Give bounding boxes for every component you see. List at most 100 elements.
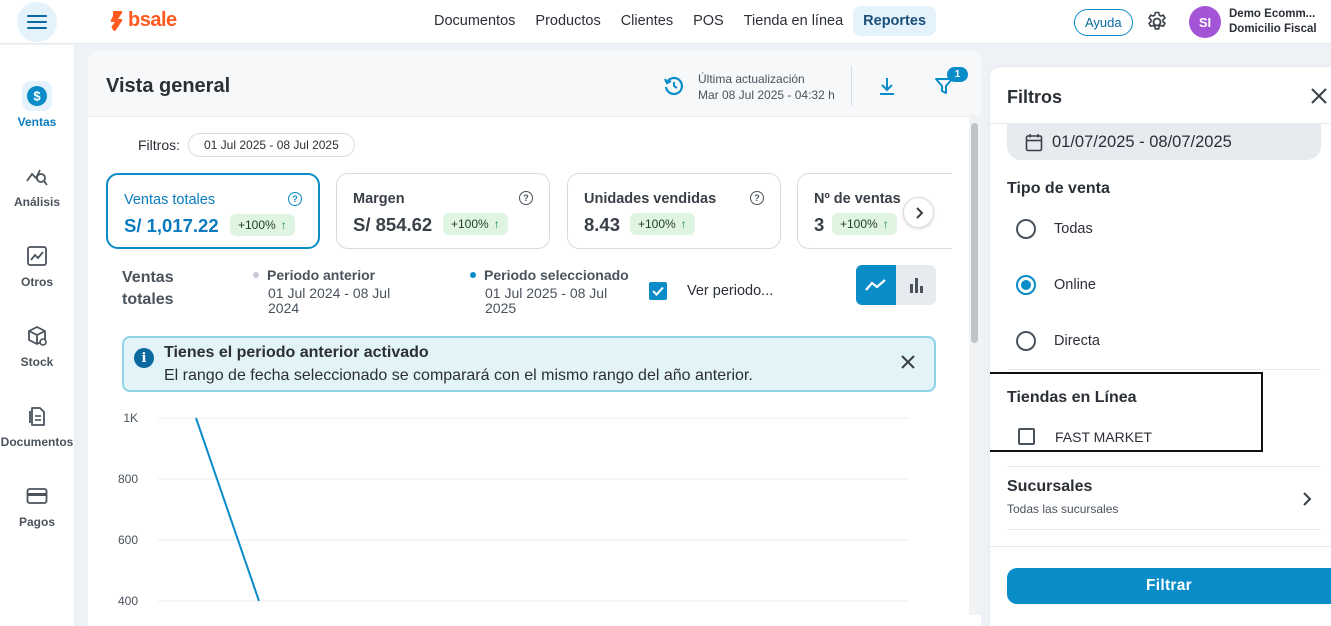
chevron-right-icon[interactable] [1302,492,1312,506]
filters-label: Filtros: [138,137,180,153]
legend-dot-previous [253,272,259,278]
document-icon [29,407,45,426]
kpi-change-value: +100% [840,217,878,231]
kpi-card-margen[interactable]: Margen ? S/ 854.62 +100% ↑ [336,173,550,249]
logo-text: bsale [128,9,177,31]
y-tick-label: 1K [123,411,138,425]
arrow-up-icon: ↑ [882,217,889,231]
kpi-card-unidades-vendidas[interactable]: Unidades vendidas ? 8.43 +100% ↑ [567,173,781,249]
company-selector[interactable]: Demo Ecomm... Domicilio Fiscal [1229,7,1317,37]
sidebar-item-otros[interactable]: Otros [0,241,74,289]
refresh-icon[interactable] [663,75,685,97]
radio-directa[interactable]: Directa [1016,331,1100,351]
info-banner: i Tienes el periodo anterior activado El… [122,336,936,392]
chart-section-label: Ventas totales [122,269,174,308]
avatar[interactable]: SI [1189,6,1221,38]
panel-footer-divider [990,546,1331,547]
line-chart-icon [865,279,886,291]
kpi-title: Nº de ventas [814,191,901,207]
bar-chart-button[interactable] [896,265,936,305]
arrow-up-icon: ↑ [680,217,687,231]
checkbox-label: FAST MARKET [1055,428,1152,445]
close-icon[interactable] [900,354,916,370]
kpi-change-value: +100% [238,218,276,232]
filtrar-button[interactable]: Filtrar [1007,568,1331,604]
last-update: Última actualización Mar 08 Jul 2025 - 0… [698,71,835,103]
sales-line-chart: 1K 800 600 400 [118,411,908,608]
info-banner-text: El rango de fecha seleccionado se compar… [164,367,753,384]
last-update-label: Última actualización [698,72,805,86]
radio-button[interactable] [1016,331,1036,351]
nav-clientes[interactable]: Clientes [611,6,683,36]
card-icon [26,488,48,504]
company-name: Demo Ecomm... [1229,8,1316,20]
series-line-selected [195,417,260,602]
sidebar-item-ventas[interactable]: $ Ventas [0,81,74,129]
sidebar-item-label: Pagos [18,515,55,529]
trend-chart-icon [27,246,47,266]
radio-todas[interactable]: Todas [1016,219,1093,239]
radio-button[interactable] [1016,219,1036,239]
ver-periodo-checkbox[interactable] [649,282,667,300]
help-button[interactable]: Ayuda [1074,9,1133,36]
sidebar-item-label: Análisis [13,195,61,209]
sidebar-item-analisis[interactable]: Análisis [0,161,74,209]
nav-pos[interactable]: POS [683,6,734,36]
line-chart-button[interactable] [856,265,896,305]
header-divider [851,66,852,106]
radio-button[interactable] [1016,275,1036,295]
help-icon[interactable]: ? [288,192,302,206]
kpi-value: S/ 854.62 [353,214,433,235]
scrollbar-thumb[interactable] [971,123,978,343]
kpi-value: S/ 1,017.22 [124,215,219,236]
chart-type-toggle [856,265,936,305]
date-range-field[interactable]: 01/07/2025 - 08/07/2025 [1007,124,1321,160]
kpi-card-ventas-totales[interactable]: Ventas totales ? S/ 1,017.22 +100% ↑ [106,173,320,249]
filters-panel-title: Filtros [1007,87,1063,107]
section-divider [1007,466,1321,467]
kpi-next-button[interactable] [903,197,934,228]
kpi-change-value: +100% [638,217,676,231]
sidebar-item-stock[interactable]: Stock [0,321,74,369]
chevron-right-icon [915,206,923,219]
arrow-up-icon: ↑ [493,217,500,231]
nav-productos[interactable]: Productos [525,6,610,36]
sidebar-item-label: Ventas [17,115,57,129]
legend-previous-title: Periodo anterior [267,267,376,283]
gear-icon[interactable] [1145,10,1169,34]
radio-label: Online [1054,277,1096,293]
radio-online[interactable]: Online [1016,275,1096,295]
main-scrollbar[interactable] [969,115,981,615]
filter-count-badge: 1 [947,67,968,82]
close-icon[interactable] [1310,87,1328,105]
menu-toggle-button[interactable] [17,2,57,42]
info-icon: i [134,348,154,368]
radio-label: Todas [1054,221,1093,237]
tipo-venta-title: Tipo de venta [1007,180,1110,197]
section-divider [1007,369,1321,370]
checkbox-fast-market[interactable]: FAST MARKET [1018,428,1152,445]
legend-previous-period: Periodo anterior 01 Jul 2024 - 08 Jul 20… [253,267,403,316]
sidebar-item-pagos[interactable]: Pagos [0,481,74,529]
sucursales-value: Todas las sucursales [1007,502,1119,516]
ver-periodo-toggle[interactable]: Ver periodo... [649,282,773,300]
check-icon [652,286,664,296]
help-icon[interactable]: ? [750,191,764,205]
sidebar-item-documentos[interactable]: Documentos [0,401,74,449]
sidebar: $ Ventas Análisis Otros Stock Documentos… [0,45,74,626]
date-filter-chip[interactable]: 01 Jul 2025 - 08 Jul 2025 [188,133,355,157]
sucursales-selector[interactable]: Sucursales Todas las sucursales [1007,478,1118,516]
checkbox[interactable] [1018,428,1035,445]
dollar-icon: $ [27,86,47,106]
page-title: Vista general [106,75,231,97]
nav-reportes[interactable]: Reportes [853,6,937,36]
kpi-change-value: +100% [451,217,489,231]
sidebar-item-label: Otros [20,275,53,289]
nav-documentos[interactable]: Documentos [424,6,525,36]
nav-tienda-en-linea[interactable]: Tienda en línea [734,6,853,36]
help-icon[interactable]: ? [519,191,533,205]
y-tick-label: 800 [118,472,138,486]
download-icon[interactable] [877,76,897,96]
y-tick-label: 600 [118,533,138,547]
bsale-logo[interactable]: bsale [110,9,177,32]
